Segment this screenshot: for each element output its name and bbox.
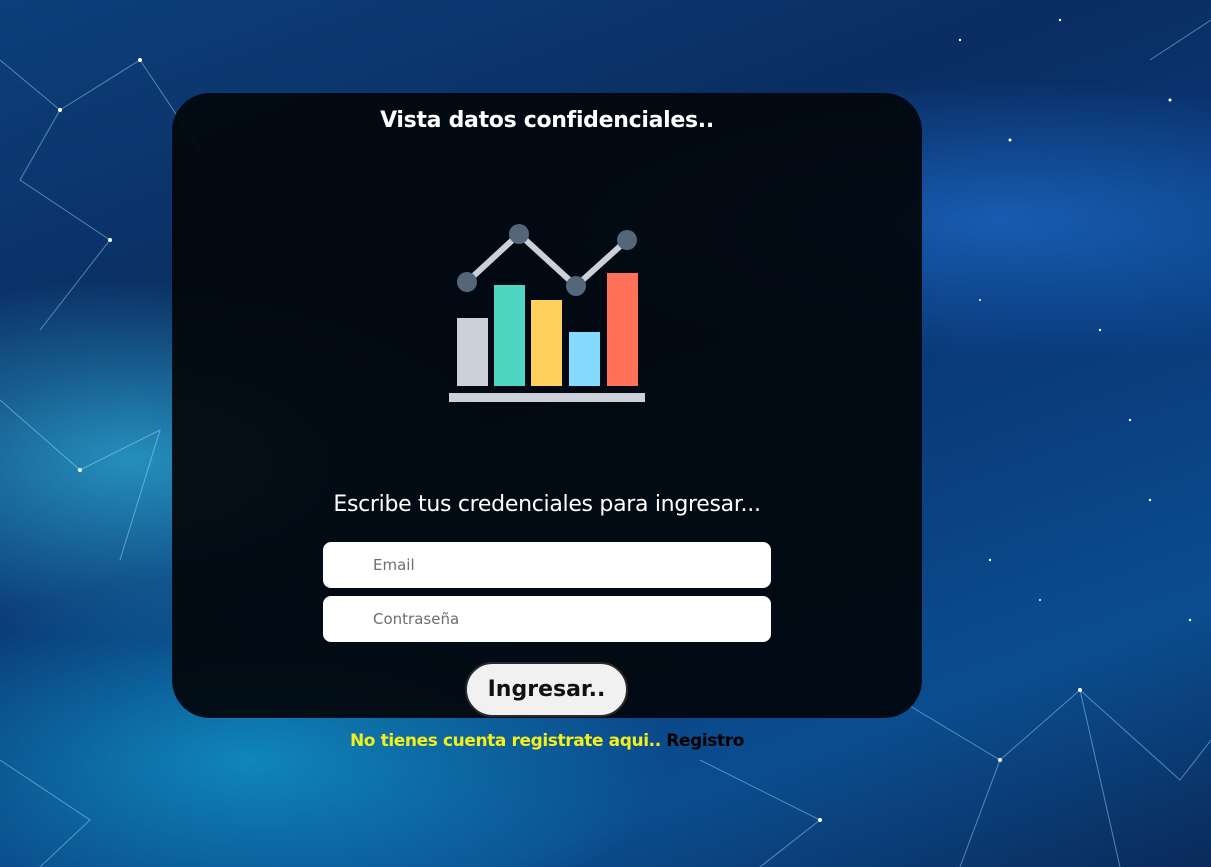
chart-icon-node: [617, 230, 637, 250]
chart-icon-node: [457, 272, 477, 292]
chart-icon-baseline: [449, 393, 645, 402]
email-input[interactable]: [323, 542, 771, 588]
login-subtitle: Escribe tus credenciales para ingresar..…: [333, 492, 761, 517]
chart-icon-bar-5: [607, 273, 638, 386]
page-title: Vista datos confidenciales..: [380, 108, 714, 133]
chart-icon-node: [509, 224, 529, 244]
register-line: No tienes cuenta registrate aqui.. Regis…: [0, 731, 1094, 751]
login-submit-button[interactable]: Ingresar..: [465, 662, 628, 717]
bar-line-chart-icon: [449, 224, 645, 402]
chart-icon-bar-2: [494, 285, 525, 386]
chart-icon-trend-line: [464, 231, 630, 289]
chart-icon-bar-4: [569, 332, 600, 386]
register-prompt: No tienes cuenta registrate aqui..: [349, 731, 661, 751]
password-input[interactable]: [323, 596, 771, 642]
register-link[interactable]: Registro: [666, 731, 744, 751]
chart-icon-bar-3: [531, 300, 562, 386]
chart-icon-node: [566, 276, 586, 296]
chart-icon-bar-1: [457, 318, 488, 386]
